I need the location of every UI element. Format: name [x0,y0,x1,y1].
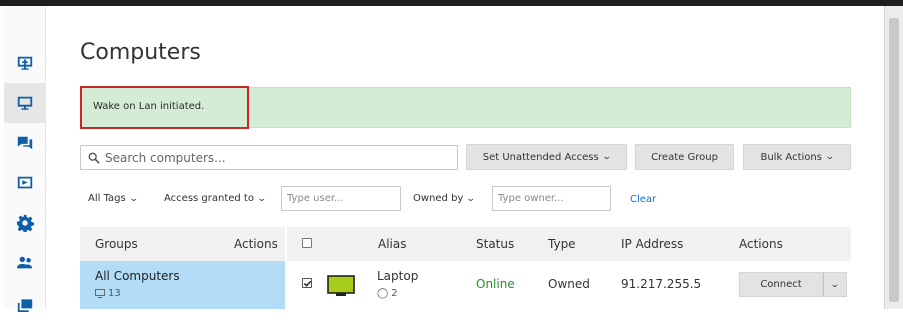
scrollbar-thumb[interactable] [889,18,899,302]
alert-message: Wake on Lan initiated. [93,101,205,112]
chevron-down-icon: ⌄ [824,152,835,162]
status-header[interactable]: Status [476,237,514,251]
owned-by-filter[interactable]: Owned by ⌄ [413,193,477,204]
access-granted-label: Access granted to [164,193,254,204]
search-icon [88,152,100,164]
sidebar-item-users[interactable] [4,243,46,283]
add-computer-icon [17,56,33,70]
create-group-button[interactable]: Create Group [635,144,734,170]
clear-filters-link[interactable]: Clear [630,194,656,205]
tag-icon: ◯ [377,288,389,299]
sidebar-item-meetings[interactable] [4,163,46,203]
checkmark-icon [303,280,312,287]
set-unattended-access-button[interactable]: Set Unattended Access ⌄ [466,144,627,170]
computer-type: Owned [548,277,590,291]
presentation-icon [17,176,33,189]
groups-actions-header: Actions [234,237,278,251]
alias-header[interactable]: Alias [378,237,406,251]
owned-by-label: Owned by [413,193,464,204]
scrollbar[interactable] [884,6,903,309]
create-group-label: Create Group [651,151,718,163]
bulk-actions-label: Bulk Actions [760,151,822,163]
group-name: All Computers [95,269,180,283]
access-granted-filter[interactable]: Access granted to ⌄ [164,193,267,204]
users-icon [16,256,33,269]
sidebar-item-settings[interactable] [4,203,46,243]
monitor-icon [17,96,33,110]
connect-label: Connect [760,279,802,290]
bulk-actions-button[interactable]: Bulk Actions ⌄ [743,144,851,170]
chevron-down-icon: ⌄ [128,194,139,204]
all-tags-label: All Tags [88,193,126,204]
connect-dropdown-button[interactable]: ⌄ [823,272,847,297]
chevron-down-icon: ⌄ [256,194,267,204]
user-filter-input[interactable] [281,186,401,211]
owner-filter-input[interactable] [492,186,611,211]
row-checkbox[interactable] [302,278,312,288]
chevron-down-icon: ⌄ [830,279,840,290]
sidebar-item-add-computer[interactable] [4,43,46,83]
connect-button[interactable]: Connect [739,272,823,297]
chevron-down-icon: ⌄ [601,152,612,162]
gear-icon [16,214,34,232]
sidebar [4,6,46,312]
sidebar-item-computers[interactable] [4,83,46,123]
sidebar-item-chat[interactable] [4,123,46,163]
monitor-icon [95,289,105,298]
computer-tags: ◯ 2 [377,288,398,299]
search-box[interactable] [80,145,458,170]
chat-icon [17,136,33,150]
computer-alias[interactable]: Laptop [377,269,418,283]
computer-ip: 91.217.255.5 [621,277,702,291]
actions-header: Actions [739,237,783,251]
groups-header: Groups [95,237,138,251]
tag-count: 2 [391,288,398,299]
search-input[interactable] [105,148,451,167]
laptop-screen-icon [327,275,355,296]
chevron-down-icon: ⌄ [466,194,477,204]
group-computer-count: 13 [95,288,121,299]
deploy-icon [17,299,33,312]
sidebar-item-deploy[interactable] [4,283,46,323]
set-unattended-access-label: Set Unattended Access [482,151,599,163]
select-all-checkbox[interactable] [302,238,312,248]
all-tags-filter[interactable]: All Tags ⌄ [88,193,139,204]
top-bar [0,0,903,6]
page-title: Computers [80,40,201,65]
type-header[interactable]: Type [548,237,576,251]
computer-status: Online [476,277,515,291]
ip-address-header[interactable]: IP Address [621,237,683,251]
group-count-value: 13 [108,288,121,299]
